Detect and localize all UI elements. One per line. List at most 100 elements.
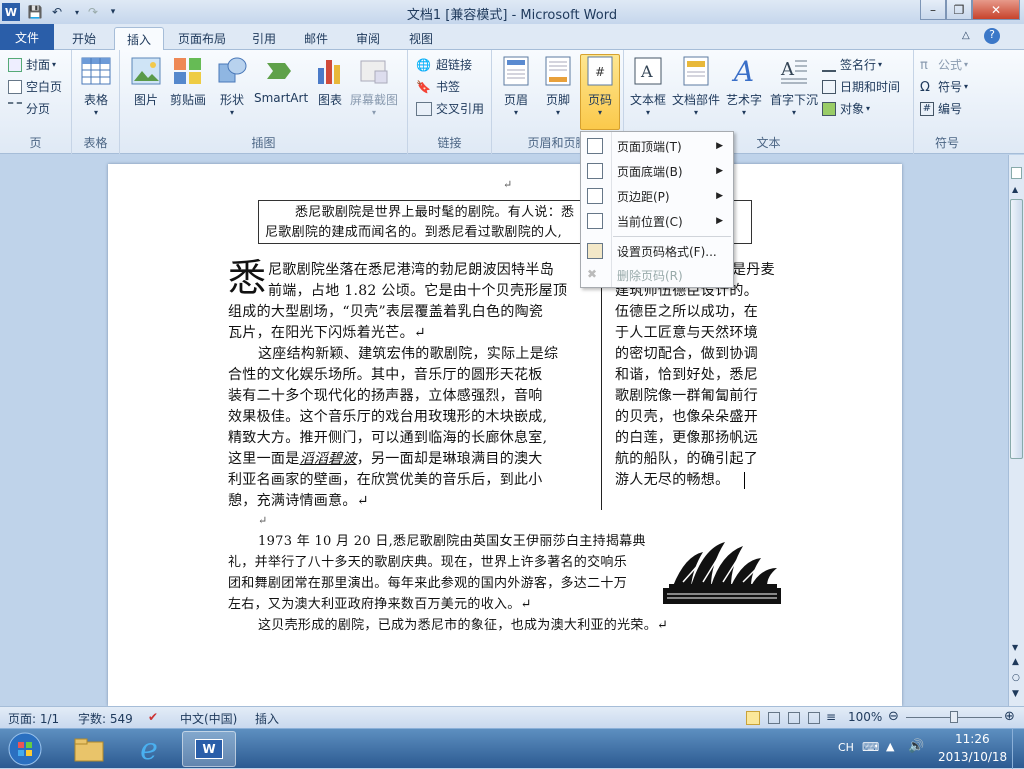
menu-item-bottom-of-page[interactable]: 页面底端(B) ▶ xyxy=(581,159,733,183)
group-tables: 表格 ▾ 表格 xyxy=(72,50,120,154)
minimize-button[interactable]: – xyxy=(920,0,946,20)
cover-page-button[interactable]: 封面 ▾ xyxy=(8,56,56,73)
tab-file[interactable]: 文件 xyxy=(0,24,54,50)
proofing-icon[interactable]: ✔ xyxy=(148,710,158,724)
numbering-button[interactable]: # 编号 xyxy=(920,100,962,117)
start-button[interactable] xyxy=(0,731,50,767)
show-desktop-button[interactable] xyxy=(1012,729,1024,769)
col1-line-4: 瓦片，在阳光下闪烁着光芒。↵ xyxy=(228,325,426,341)
menu-item-current-position[interactable]: 当前位置(C) ▶ xyxy=(581,209,733,233)
cross-reference-icon xyxy=(416,101,432,116)
cross-reference-button[interactable]: 交叉引用 xyxy=(416,100,484,117)
zoom-in-icon[interactable]: ⊕ xyxy=(1004,709,1015,724)
ime-indicator[interactable]: CH xyxy=(838,741,854,754)
browse-object-icon[interactable]: ○ xyxy=(1012,673,1020,683)
group-label-links: 链接 xyxy=(437,136,462,150)
menu-item-page-margins[interactable]: 页边距(P) ▶ xyxy=(581,184,733,208)
menu-item-top-of-page[interactable]: 页面顶端(T) ▶ xyxy=(581,134,733,158)
internet-explorer-icon[interactable]: e xyxy=(122,731,176,767)
blank-page-button[interactable]: 空白页 xyxy=(8,78,62,95)
insert-mode[interactable]: 插入 xyxy=(255,710,279,727)
calendar-icon xyxy=(822,79,836,94)
minimize-ribbon-icon[interactable]: △ xyxy=(962,30,970,41)
table-button[interactable]: 表格 ▾ xyxy=(80,55,112,117)
zoom-level[interactable]: 100% xyxy=(848,710,882,724)
page-number-button[interactable]: # 页码 ▾ xyxy=(580,54,620,130)
clip-art-button[interactable]: 剪贴画 xyxy=(170,55,206,108)
footer-button[interactable]: 页脚 ▾ xyxy=(542,55,574,117)
clip-art-icon xyxy=(172,55,204,87)
page-break-button[interactable]: 分页 xyxy=(8,100,50,117)
document-page[interactable]: 悉尼歌剧院是世界上最时髦的剧院。有人说：悉 尼歌剧院的建成而闻名的。到悉尼看过歌… xyxy=(108,164,902,706)
submenu-arrow-icon: ▶ xyxy=(716,216,723,226)
chart-icon xyxy=(314,55,346,87)
clock-time[interactable]: 11:26 xyxy=(955,732,990,746)
tab-home[interactable]: 开始 xyxy=(60,27,108,50)
zoom-out-icon[interactable]: ⊖ xyxy=(888,709,899,724)
language-indicator[interactable]: 中文(中国) xyxy=(180,710,237,727)
volume-icon[interactable]: 🔊 xyxy=(908,739,924,754)
outline-view-icon[interactable] xyxy=(808,712,820,724)
smartart-button[interactable]: SmartArt xyxy=(254,55,308,105)
tray-arrow-icon[interactable]: ▲ xyxy=(886,740,894,753)
object-button[interactable]: 对象 ▾ xyxy=(822,100,870,117)
page-count[interactable]: 页面: 1/1 xyxy=(8,710,59,727)
header-button[interactable]: 页眉 ▾ xyxy=(500,55,532,117)
column-divider xyxy=(601,260,602,510)
keyboard-icon[interactable]: ⌨ xyxy=(862,740,879,754)
col2-line-9: 的白莲，更像那扬帆远 xyxy=(615,430,758,446)
tab-mailings[interactable]: 邮件 xyxy=(292,27,340,50)
menu-item-format-page-numbers[interactable]: 设置页码格式(F)... xyxy=(581,239,733,263)
equation-button: π 公式 ▾ xyxy=(920,57,969,73)
scroll-up-icon[interactable]: ▲ xyxy=(1012,185,1018,194)
tab-review[interactable]: 审阅 xyxy=(344,27,392,50)
group-symbols: π 公式 ▾ Ω 符号 ▾ # 编号 符号 xyxy=(914,50,980,154)
hash-icon: # xyxy=(920,101,934,116)
help-icon[interactable]: ? xyxy=(984,28,1000,44)
wordart-button[interactable]: A 艺术字 ▾ xyxy=(726,55,762,118)
svg-text:A: A xyxy=(780,59,795,80)
scroll-down-icon[interactable]: ▼ xyxy=(1012,643,1018,652)
clock-date[interactable]: 2013/10/18 xyxy=(938,750,1007,764)
drop-cap: 悉 xyxy=(228,256,267,300)
ribbon-tabs: 文件 开始 插入 页面布局 引用 邮件 审阅 视图 △ ? xyxy=(0,24,1024,50)
print-layout-view-icon[interactable] xyxy=(746,711,760,725)
word-taskbar-icon[interactable]: W xyxy=(182,731,236,767)
opera-house-image[interactable] xyxy=(663,534,783,606)
empty-paragraph-mark-icon: ↵ xyxy=(258,514,268,527)
close-button[interactable]: ✕ xyxy=(972,0,1020,20)
draft-view-icon[interactable]: ≡ xyxy=(826,710,836,724)
window-title: 文档1 [兼容模式] - Microsoft Word xyxy=(406,8,618,23)
text-box-button[interactable]: A 文本框 ▾ xyxy=(630,55,666,117)
full-screen-reading-icon[interactable] xyxy=(768,712,780,724)
word-count[interactable]: 字数: 549 xyxy=(78,710,133,727)
group-label-symbols: 符号 xyxy=(934,136,959,150)
signature-line-button[interactable]: 签名行 ▾ xyxy=(822,56,882,73)
bookmark-button[interactable]: 🔖 书签 xyxy=(416,78,460,95)
tab-insert[interactable]: 插入 xyxy=(114,27,165,50)
vertical-scrollbar[interactable]: ▲ ▼ ▲ ○ ▼ xyxy=(1008,155,1024,706)
ruler-toggle-icon[interactable] xyxy=(1011,167,1022,179)
maximize-button[interactable]: ❐ xyxy=(946,0,972,20)
file-explorer-icon[interactable] xyxy=(62,731,116,767)
tab-page-layout[interactable]: 页面布局 xyxy=(166,27,238,50)
next-page-icon[interactable]: ▼ xyxy=(1012,689,1019,699)
col2-line-10: 航的船队，的确引起了 xyxy=(615,451,758,467)
group-illustrations: 图片 剪贴画 形状 ▾ SmartArt 图表 屏幕截图 ▾ 插图 xyxy=(120,50,408,154)
shapes-button[interactable]: 形状 ▾ xyxy=(216,55,248,117)
hyperlink-button[interactable]: 🌐 超链接 xyxy=(416,56,472,73)
web-layout-icon[interactable] xyxy=(788,712,800,724)
drop-cap-button[interactable]: A 首字下沉 ▾ xyxy=(770,55,818,117)
symbol-button[interactable]: Ω 符号 ▾ xyxy=(920,78,968,95)
page-break-icon xyxy=(8,101,22,116)
col2-line-1: 是丹麦 xyxy=(732,262,775,278)
chart-button[interactable]: 图表 xyxy=(314,55,346,108)
tab-references[interactable]: 引用 xyxy=(240,27,288,50)
tab-view[interactable]: 视图 xyxy=(397,27,445,50)
scroll-thumb[interactable] xyxy=(1010,199,1023,459)
prev-page-icon[interactable]: ▲ xyxy=(1012,657,1019,667)
quick-parts-button[interactable]: 文档部件 ▾ xyxy=(672,55,720,117)
picture-button[interactable]: 图片 xyxy=(130,55,162,108)
zoom-slider-thumb[interactable] xyxy=(950,711,958,723)
date-time-button[interactable]: 日期和时间 xyxy=(822,78,900,95)
